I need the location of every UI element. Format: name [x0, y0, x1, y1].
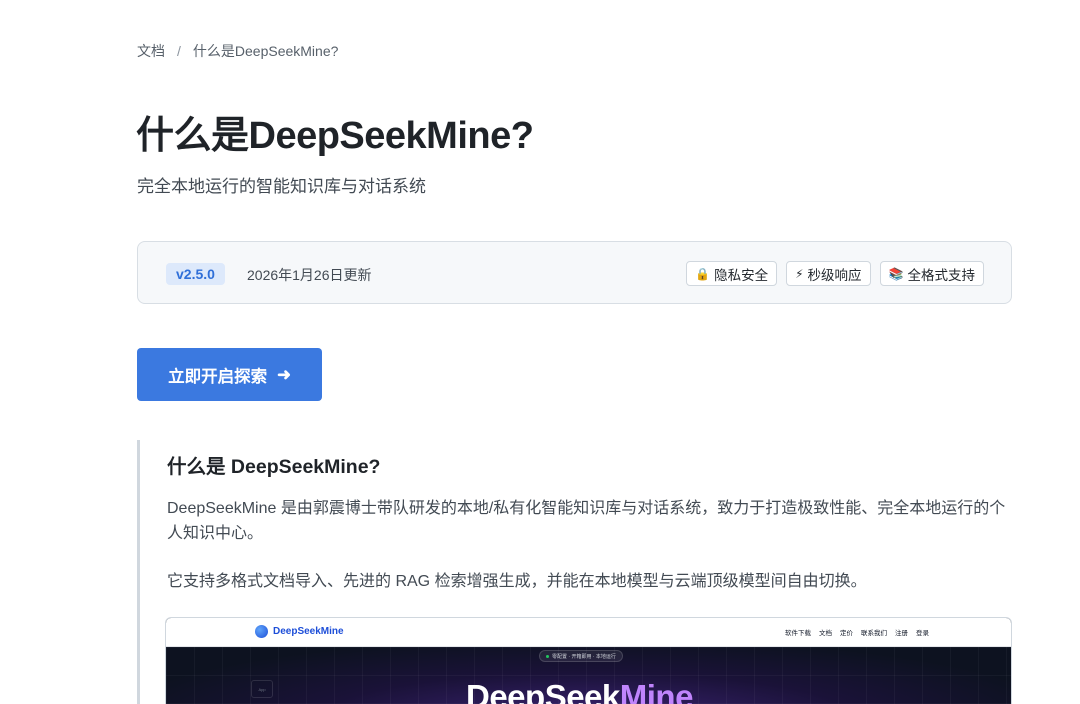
- preview-logo: DeepSeekMine: [255, 625, 344, 638]
- badge-label: 全格式支持: [907, 267, 976, 283]
- section-paragraph-1: DeepSeekMine 是由郭震博士带队研发的本地/私有化智能知识库与对话系统…: [167, 500, 1006, 542]
- preview-menu-item: 软件下载: [785, 630, 811, 637]
- preview-hero-prefix: DeepSeek: [466, 678, 620, 704]
- page-title: 什么是DeepSeekMine?: [136, 115, 534, 157]
- preview-menu-item: 文档: [819, 630, 832, 637]
- start-explore-button[interactable]: 立即开启探索 ➜: [137, 348, 322, 401]
- breadcrumb: 文档 / 什么是DeepSeekMine?: [137, 41, 338, 61]
- preview-menu-item: 联系我们: [861, 630, 887, 637]
- page-subtitle: 完全本地运行的智能知识库与对话系统: [137, 177, 426, 196]
- badge-formats: 📚 全格式支持: [879, 261, 984, 286]
- breadcrumb-docs-link[interactable]: 文档: [137, 41, 165, 61]
- preview-logo-text: DeepSeekMine: [273, 626, 344, 637]
- preview-pill-text: 零配置 · 开箱即用 · 本地运行: [552, 653, 616, 660]
- preview-menu-item: 注册: [895, 630, 908, 637]
- breadcrumb-separator: /: [177, 43, 181, 59]
- lock-icon: 🔒: [695, 266, 711, 281]
- books-icon: 📚: [888, 266, 904, 281]
- badge-label: 隐私安全: [714, 267, 769, 283]
- preview-hero-title: DeepSeekMine: [466, 677, 693, 704]
- brain-logo-icon: [255, 625, 268, 638]
- lightning-icon: ⚡: [795, 266, 804, 281]
- badge-label: 秒级响应: [807, 267, 862, 283]
- preview-menu-item: 登录: [916, 630, 929, 637]
- version-badge: v2.5.0: [166, 263, 225, 285]
- breadcrumb-current: 什么是DeepSeekMine?: [192, 43, 339, 59]
- preview-hero: App 零配置 · 开箱即用 · 本地运行 DeepSeekMine: [166, 647, 1011, 704]
- feature-badges: 🔒 隐私安全 ⚡ 秒级响应 📚 全格式支持: [686, 261, 984, 286]
- preview-side-card: App: [251, 680, 273, 698]
- preview-menu: 软件下载 文档 定价 联系我们 注册 登录: [785, 627, 929, 637]
- badge-privacy: 🔒 隐私安全: [686, 261, 778, 286]
- arrow-right-icon: ➜: [277, 365, 291, 384]
- preview-navbar: DeepSeekMine 软件下载 文档 定价 联系我们 注册 登录: [166, 618, 1011, 647]
- updated-date: 2026年1月26日更新: [247, 267, 372, 283]
- section-title: 什么是 DeepSeekMine?: [167, 456, 381, 478]
- section-paragraph-2: 它支持多格式文档导入、先进的 RAG 检索增强生成，并能在本地模型与云端顶级模型…: [167, 573, 867, 590]
- status-dot-icon: [546, 654, 549, 658]
- cta-label: 立即开启探索: [168, 367, 268, 386]
- preview-tagline-pill: 零配置 · 开箱即用 · 本地运行: [539, 650, 623, 662]
- badge-speed: ⚡ 秒级响应: [786, 261, 871, 286]
- website-preview-image: DeepSeekMine 软件下载 文档 定价 联系我们 注册 登录 App 零…: [165, 617, 1012, 704]
- preview-hero-highlight: Mine: [619, 678, 694, 704]
- meta-info-box: v2.5.0 2026年1月26日更新 🔒 隐私安全 ⚡ 秒级响应 📚 全格式支…: [137, 241, 1012, 304]
- preview-menu-item: 定价: [840, 630, 853, 637]
